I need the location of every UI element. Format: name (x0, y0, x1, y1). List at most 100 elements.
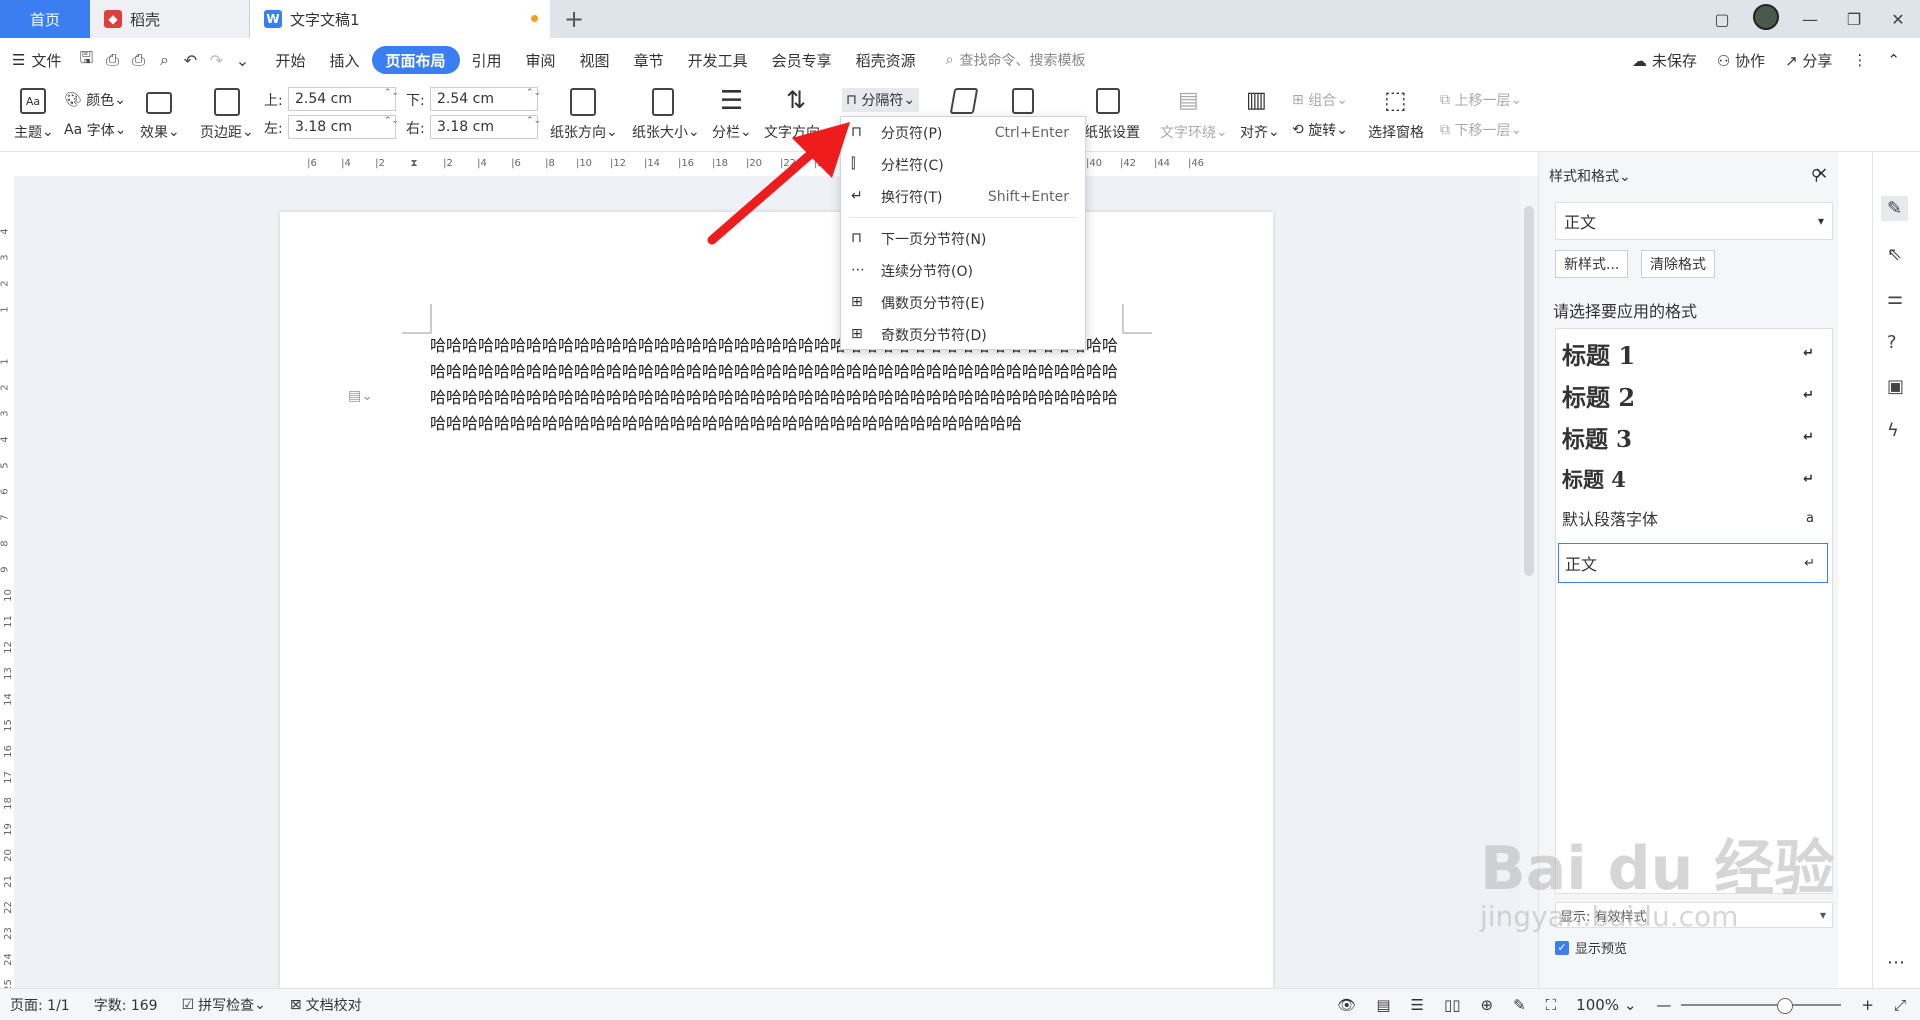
help-icon[interactable]: ? (1887, 332, 1897, 353)
menu-item-next-page-section[interactable]: ⊓ 下一页分节符(N) (841, 223, 1087, 255)
page-view-icon[interactable]: ▤ (1376, 996, 1390, 1014)
file-menu[interactable]: ☰ 文件 (0, 46, 73, 74)
send-backward-button[interactable]: ⧉ 下移一层 ⌄ (1440, 120, 1522, 140)
scroll-thumb[interactable] (1524, 206, 1534, 576)
style-normal[interactable]: 正文 ↵ (1558, 543, 1828, 583)
more-quick-icon[interactable]: ⌄ (229, 51, 255, 70)
menu-item-column-break[interactable]: ⫿ 分栏符(C) (841, 149, 1087, 181)
text-direction-icon[interactable]: ⇅ (786, 86, 806, 114)
vertical-ruler[interactable]: 4 3 2 1 1 2 3 4 5 6 7 8 9 10 11 12 13 14 15 16 17 18 19 20 21 22 2… (0, 176, 14, 996)
paper-size-button[interactable]: 纸张大小 ⌄ (632, 122, 700, 142)
paper-setup-icon[interactable] (1096, 88, 1120, 114)
tab-view[interactable]: 视图 (568, 46, 622, 74)
avatar[interactable] (1744, 4, 1788, 34)
orientation-button[interactable]: 纸张方向 ⌄ (550, 122, 618, 142)
current-style-select[interactable]: 正文 ▾ (1555, 202, 1833, 240)
share-button[interactable]: ↗ 分享 (1785, 50, 1832, 71)
tab-start[interactable]: 开始 (263, 46, 317, 74)
top-margin-input[interactable]: 2.54 cm (288, 87, 396, 111)
zoom-out-icon[interactable]: — (1656, 996, 1671, 1014)
tab-list-icon[interactable]: ▢ (1700, 10, 1744, 29)
style-heading-4[interactable]: 标题 4 ↵ (1562, 461, 1826, 497)
align-button[interactable]: 对齐 ⌄ (1240, 122, 1280, 142)
new-style-button[interactable]: 新样式... (1555, 250, 1629, 278)
close-window-icon[interactable]: ✕ (1876, 10, 1920, 29)
tab-document[interactable]: W 文字文稿1 (250, 0, 550, 38)
tab-home[interactable]: 首页 (0, 0, 90, 38)
eye-protect-icon[interactable]: 👁︎ (1337, 996, 1356, 1014)
page-border-icon[interactable] (1012, 88, 1034, 114)
undo-icon[interactable]: ↶ (177, 51, 203, 70)
word-count[interactable]: 字数: 169 (94, 995, 158, 1015)
collaborate-button[interactable]: ⚇ 协作 (1717, 50, 1765, 71)
select-pane-button[interactable]: 选择窗格 (1368, 122, 1424, 142)
menu-item-continuous-section[interactable]: ⋯ 连续分节符(O) (841, 255, 1087, 287)
align-icon[interactable]: ▥ (1246, 88, 1267, 113)
paragraph-handle-icon[interactable]: ▤⌄ (348, 388, 373, 404)
tab-insert[interactable]: 插入 (317, 46, 371, 74)
styles-pen-icon[interactable]: ✎ (1881, 196, 1909, 221)
print-preview-icon[interactable]: ⌕ (151, 50, 177, 70)
menu-item-even-page-section[interactable]: ⊞ 偶数页分节符(E) (841, 287, 1087, 319)
rotate-button[interactable]: ⟲ 旋转 ⌄ (1292, 120, 1348, 140)
new-tab-icon[interactable]: + (550, 0, 598, 38)
maximize-icon[interactable]: ❐ (1832, 10, 1876, 29)
right-margin-input[interactable]: 3.18 cm (430, 115, 538, 139)
theme-button[interactable]: 主题 ⌄ (14, 122, 54, 142)
columns-icon[interactable]: ☰ (720, 86, 743, 116)
style-default-paragraph-font[interactable]: 默认段落字体 a (1562, 503, 1826, 533)
zoom-slider[interactable] (1681, 997, 1842, 1014)
tab-developer[interactable]: 开发工具 (676, 46, 760, 74)
page-count[interactable]: 页面: 1/1 (10, 995, 70, 1015)
tab-references[interactable]: 引用 (460, 46, 514, 74)
redo-icon[interactable]: ↷ (203, 51, 229, 70)
image-icon[interactable]: ▣ (1887, 376, 1904, 397)
font-button[interactable]: Aa 字体 ⌄ (64, 120, 126, 140)
orientation-icon[interactable] (570, 88, 596, 116)
more-icon[interactable]: ⋮ (1852, 51, 1867, 69)
export-pdf-icon[interactable]: ⎙ (99, 50, 125, 70)
web-view-icon[interactable]: ⊕ (1481, 996, 1494, 1014)
tab-daoke[interactable]: ◆ 稻壳 (90, 0, 250, 38)
left-margin-input[interactable]: 3.18 cm (288, 115, 396, 139)
style-heading-1[interactable]: 标题 1 ↵ (1562, 335, 1826, 371)
tab-page-layout[interactable]: 页面布局 (371, 46, 460, 74)
bottom-margin-input[interactable]: 2.54 cm (430, 87, 538, 111)
paper-setup-button[interactable]: 纸张设置 (1084, 122, 1140, 142)
select-pane-icon[interactable]: ⬚ (1384, 86, 1407, 114)
group-button[interactable]: ⊞ 组合 ⌄ (1292, 90, 1348, 110)
menu-item-page-break[interactable]: ⊓ 分页符(P) Ctrl+Enter (841, 117, 1087, 149)
outline-view-icon[interactable]: ☰ (1411, 996, 1424, 1014)
clear-format-button[interactable]: 清除格式 (1641, 250, 1715, 278)
pane-title[interactable]: 样式和格式⌄ (1549, 166, 1631, 186)
style-heading-2[interactable]: 标题 2 ↵ (1562, 377, 1826, 413)
menu-item-odd-page-section[interactable]: ⊞ 奇数页分节符(D) (841, 319, 1087, 351)
text-wrap-icon[interactable]: ▤ (1178, 88, 1199, 113)
spell-check-button[interactable]: ☑ 拼写检查 ⌄ (182, 995, 266, 1015)
menu-item-line-break[interactable]: ↵ 换行符(T) Shift+Enter (841, 181, 1087, 213)
separator-button[interactable]: ⊓ 分隔符 ⌄ (842, 88, 920, 112)
more-sidebar-icon[interactable]: ⋯ (1887, 952, 1905, 973)
margins-icon[interactable] (214, 88, 240, 116)
style-heading-3[interactable]: 标题 3 ↵ (1562, 419, 1826, 455)
collapse-ribbon-icon[interactable]: ⌃ (1887, 51, 1900, 69)
lightning-icon[interactable]: ϟ (1887, 420, 1899, 441)
show-preview-checkbox[interactable]: ✓ 显示预览 (1555, 938, 1627, 957)
select-cursor-icon[interactable]: ⇖ (1887, 244, 1902, 265)
zoom-in-icon[interactable]: + (1861, 996, 1874, 1014)
tab-member[interactable]: 会员专享 (760, 46, 844, 74)
tab-chapter[interactable]: 章节 (622, 46, 676, 74)
command-search[interactable]: ⌕ 查找命令、搜索模板 (946, 50, 1086, 70)
unsaved-button[interactable]: ☁ 未保存 (1632, 50, 1697, 71)
fit-page-icon[interactable]: ⛶ (1546, 996, 1557, 1014)
paper-size-icon[interactable] (652, 88, 674, 116)
minimize-icon[interactable]: — (1788, 10, 1832, 29)
write-mode-icon[interactable]: ✎ (1513, 996, 1526, 1014)
tab-daoke-resources[interactable]: 稻壳资源 (844, 46, 928, 74)
zoom-level[interactable]: 100% ⌄ (1576, 996, 1636, 1014)
theme-icon[interactable]: Aa (20, 88, 46, 114)
reading-view-icon[interactable]: ▯▯ (1444, 996, 1461, 1014)
text-wrap-button[interactable]: 文字环绕 ⌄ (1160, 122, 1228, 142)
close-pane-icon[interactable]: ✕ (1815, 164, 1828, 183)
effect-icon[interactable] (146, 92, 172, 114)
